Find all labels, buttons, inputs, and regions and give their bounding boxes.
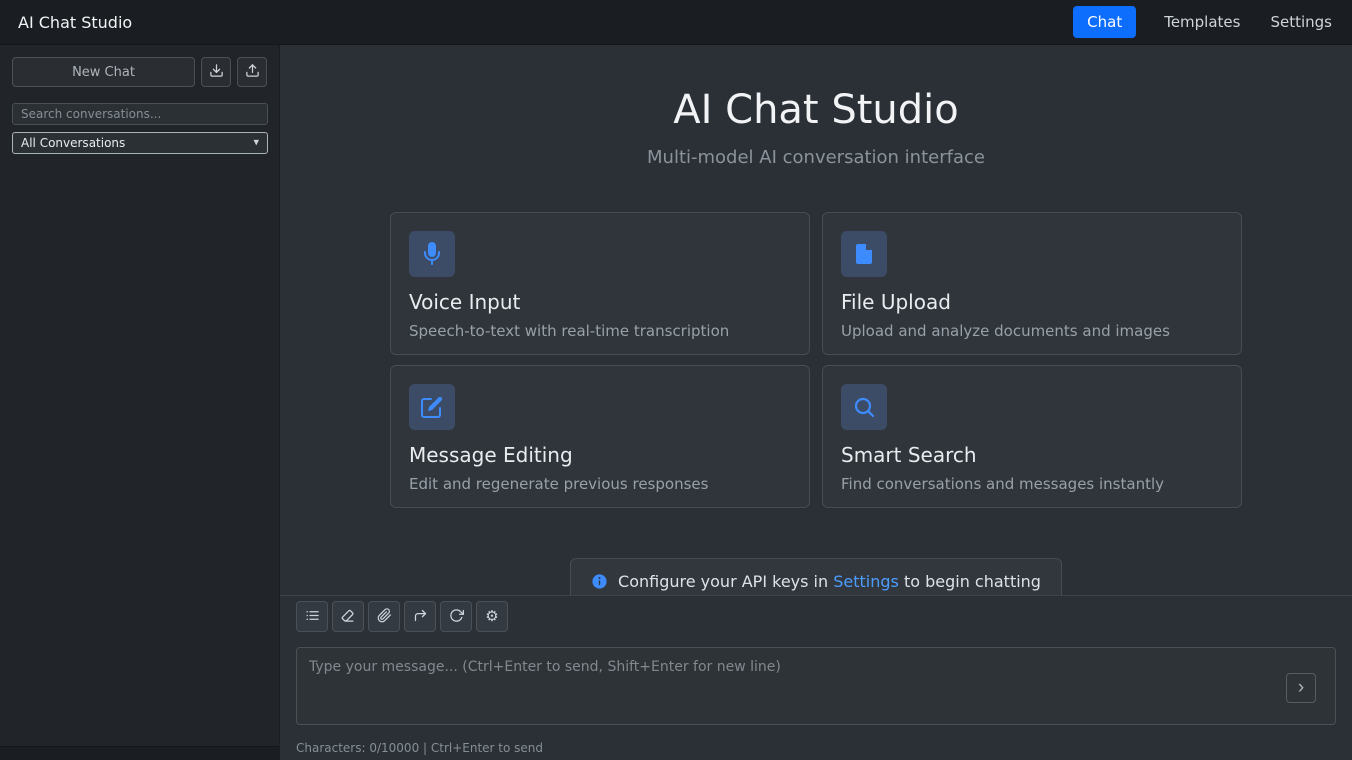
- app-window: AI Chat Studio Chat Templates Settings N…: [0, 0, 1352, 760]
- feature-card-voice-input: Voice Input Speech-to-text with real-tim…: [390, 212, 810, 355]
- feature-card-message-editing: Message Editing Edit and regenerate prev…: [390, 365, 810, 508]
- download-icon: [209, 63, 224, 81]
- feature-card-smart-search: Smart Search Find conversations and mess…: [822, 365, 1242, 508]
- clear-button[interactable]: [332, 601, 364, 632]
- nav-tab-settings[interactable]: Settings: [1268, 7, 1334, 37]
- conversation-filter-select[interactable]: All Conversations: [12, 132, 268, 154]
- message-input-wrap: ›: [296, 647, 1336, 729]
- send-icon: ›: [1297, 676, 1305, 698]
- character-count-status: Characters: 0/10000 | Ctrl+Enter to send: [296, 741, 544, 755]
- sidebar-footer: [0, 746, 279, 760]
- top-header: AI Chat Studio Chat Templates Settings: [0, 0, 1352, 45]
- banner-text-after: to begin chatting: [903, 572, 1041, 591]
- list-button[interactable]: [296, 601, 328, 632]
- page-title: AI Chat Studio: [673, 87, 959, 133]
- banner-text-before: Configure your API keys in: [618, 572, 829, 591]
- file-icon: [841, 231, 887, 277]
- list-icon: [305, 608, 320, 626]
- message-input[interactable]: [296, 647, 1336, 725]
- settings-button[interactable]: ⚙: [476, 601, 508, 632]
- features-grid: Voice Input Speech-to-text with real-tim…: [280, 212, 1352, 508]
- regenerate-button[interactable]: [440, 601, 472, 632]
- send-button[interactable]: ›: [1286, 673, 1316, 703]
- banner-text: Configure your API keys in Settings to b…: [618, 572, 1041, 591]
- forward-icon: [413, 608, 428, 626]
- feature-title: Voice Input: [409, 290, 521, 314]
- feature-description: Edit and regenerate previous responses: [409, 475, 709, 493]
- feature-title: Smart Search: [841, 443, 977, 467]
- app-title: AI Chat Studio: [18, 12, 133, 32]
- settings-link[interactable]: Settings: [833, 572, 899, 591]
- sidebar-actions: New Chat: [0, 45, 279, 87]
- composer-toolbar: ⚙: [296, 601, 1336, 632]
- feature-description: Upload and analyze documents and images: [841, 322, 1170, 340]
- feature-title: Message Editing: [409, 443, 573, 467]
- page-subtitle: Multi-model AI conversation interface: [647, 147, 985, 168]
- feature-description: Speech-to-text with real-time transcript…: [409, 322, 730, 340]
- gear-icon: ⚙: [485, 608, 499, 625]
- feature-card-file-upload: File Upload Upload and analyze documents…: [822, 212, 1242, 355]
- attach-button[interactable]: [368, 601, 400, 632]
- microphone-icon: [409, 231, 455, 277]
- main-nav: Chat Templates Settings: [1073, 6, 1334, 38]
- refresh-icon: [449, 608, 464, 626]
- import-button[interactable]: [237, 57, 267, 87]
- nav-tab-chat[interactable]: Chat: [1073, 6, 1137, 38]
- welcome-screen: AI Chat Studio Multi-model AI conversati…: [280, 45, 1352, 595]
- chat-main-area: AI Chat Studio Multi-model AI conversati…: [280, 45, 1352, 760]
- edit-icon: [409, 384, 455, 430]
- search-icon: [841, 384, 887, 430]
- upload-icon: [245, 63, 260, 81]
- forward-button[interactable]: [404, 601, 436, 632]
- info-icon: [591, 573, 608, 590]
- search-input[interactable]: [12, 103, 268, 125]
- paperclip-icon: [377, 607, 392, 626]
- message-composer: ⚙ › Characters: 0/10000 | Ctrl+Enter to …: [280, 595, 1352, 760]
- feature-description: Find conversations and messages instantl…: [841, 475, 1165, 493]
- eraser-icon: [341, 608, 356, 626]
- conversations-sidebar: New Chat All Conversations ▾: [0, 45, 280, 760]
- nav-tab-templates[interactable]: Templates: [1162, 7, 1242, 37]
- conversation-filter: All Conversations ▾: [12, 132, 268, 154]
- feature-title: File Upload: [841, 290, 951, 314]
- export-button[interactable]: [201, 57, 231, 87]
- new-chat-button[interactable]: New Chat: [12, 57, 195, 87]
- api-key-banner: Configure your API keys in Settings to b…: [570, 558, 1062, 595]
